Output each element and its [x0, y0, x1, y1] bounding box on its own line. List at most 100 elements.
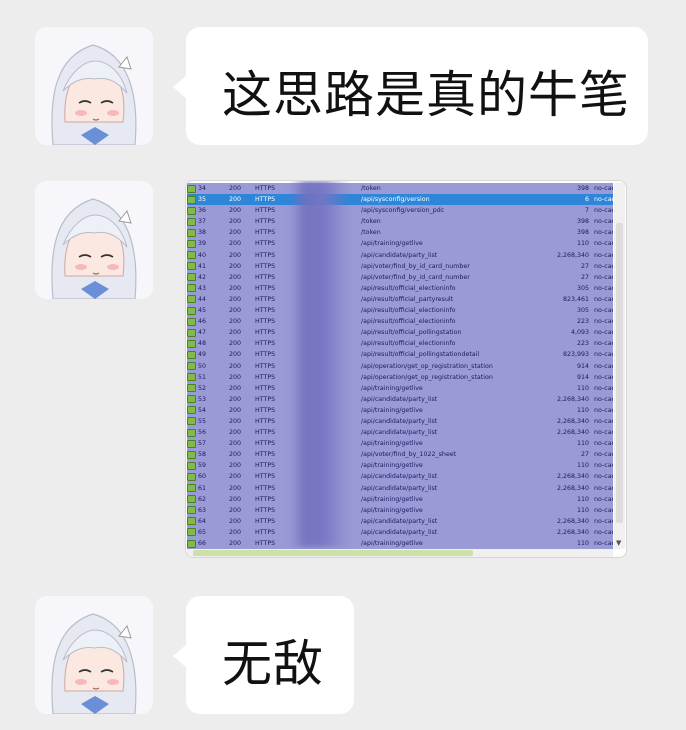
cell-result: 200 [229, 440, 242, 448]
table-row[interactable]: 60 200 HTTPS/api/candidate/party_list 2,268… [187, 471, 613, 482]
cell-cache: no-cac [594, 473, 613, 481]
table-row[interactable]: 48 200 HTTPS/api/result/official_electioni… [187, 338, 613, 349]
session-arrow-icon [187, 217, 196, 226]
table-row[interactable]: 50 200 HTTPS/api/operation/get_op_registra… [187, 361, 613, 372]
session-arrow-icon [187, 284, 196, 293]
cell-protocol: HTTPS [255, 307, 276, 315]
table-row[interactable]: 38 200 HTTPS/token 398 no-cac [187, 227, 613, 238]
cell-num: 51 [198, 373, 207, 381]
table-row[interactable]: 43 200 HTTPS/api/result/official_electioni… [187, 283, 613, 294]
cell-protocol: HTTPS [255, 417, 276, 425]
table-row[interactable]: 65 200 HTTPS/api/candidate/party_list 2,268… [187, 527, 613, 538]
cell-cache: no-cac [594, 362, 613, 370]
cell-url: /api/training/getlive [361, 495, 423, 503]
cell-cache: no-cac [594, 207, 613, 215]
cell-protocol: HTTPS [255, 462, 276, 470]
avatar[interactable] [35, 181, 153, 299]
cell-cache: no-cac [594, 484, 613, 492]
table-row[interactable]: 34 200 HTTPS/token 398 no-cac [187, 183, 613, 194]
cell-body: 2,268,340 [556, 473, 589, 481]
session-arrow-icon [187, 206, 196, 215]
session-arrow-icon [187, 428, 196, 437]
cell-protocol: HTTPS [255, 429, 276, 437]
cell-url: /api/result/official_partyresult [361, 295, 454, 303]
table-row[interactable]: 39 200 HTTPS/api/training/getlive 110 no-cac [187, 238, 613, 249]
table-row[interactable]: 37 200 HTTPS/token 398 no-cac [187, 216, 613, 227]
cell-url: /api/training/getlive [361, 440, 423, 448]
table-row[interactable]: 58 200 HTTPS/api/voter/find_by_1022_sheet 2… [187, 449, 613, 460]
table-row[interactable]: 41 200 HTTPS/api/voter/find_by_id_card_num… [187, 261, 613, 272]
cell-cache: no-cac [594, 185, 613, 192]
table-row[interactable]: 54 200 HTTPS/api/training/getlive 110 no-cac [187, 405, 613, 416]
cell-cache: no-cac [594, 517, 613, 525]
table-row[interactable]: 59 200 HTTPS/api/training/getlive 110 no-cac [187, 460, 613, 471]
cell-body: 223 [576, 318, 589, 326]
cell-protocol: HTTPS [255, 528, 276, 536]
cell-body: 110 [576, 406, 589, 414]
cell-url: /api/candidate/party_list [361, 417, 438, 425]
message-text: 无敌 [222, 635, 324, 693]
avatar[interactable] [35, 596, 153, 714]
table-row[interactable]: 46 200 HTTPS/api/result/official_electioni… [187, 316, 613, 327]
table-row[interactable]: 53 200 HTTPS/api/candidate/party_list 2,268… [187, 394, 613, 405]
cell-url: /token [361, 218, 381, 226]
cell-protocol: HTTPS [255, 295, 276, 303]
message-bubble[interactable]: 无敌 [173, 596, 354, 714]
cell-num: 43 [198, 284, 207, 292]
cell-num: 44 [198, 295, 207, 303]
session-arrow-icon [187, 461, 196, 470]
cell-cache: no-cac [594, 229, 613, 237]
session-arrow-icon [187, 506, 196, 515]
cell-cache: no-cac [594, 462, 613, 470]
session-arrow-icon [187, 251, 196, 260]
table-row[interactable]: 63 200 HTTPS/api/training/getlive 110 no-cac [187, 505, 613, 516]
cell-protocol: HTTPS [255, 484, 276, 492]
cell-num: 48 [198, 340, 207, 348]
anime-girl-avatar-icon [35, 27, 153, 145]
table-row[interactable]: 49 200 HTTPS/api/result/official_pollingst… [187, 349, 613, 360]
anime-girl-avatar-icon [35, 596, 153, 714]
cell-body: 110 [576, 462, 589, 470]
cell-num: 55 [198, 417, 207, 425]
table-row[interactable]: 45 200 HTTPS/api/result/official_electioni… [187, 305, 613, 316]
cell-result: 200 [229, 295, 242, 303]
cell-cache: no-cac [594, 218, 613, 226]
session-arrow-icon [187, 262, 196, 271]
cell-cache: no-cac [594, 506, 613, 514]
table-row[interactable]: 42 200 HTTPS/api/voter/find_by_id_card_num… [187, 272, 613, 283]
cell-result: 200 [229, 495, 242, 503]
cell-body: 823,461 [562, 295, 589, 303]
table-row[interactable]: 36 200 HTTPS/api/sysconfig/version_pdc 7 no-… [187, 205, 613, 216]
session-list: 34 200 HTTPS/token 398 no-cac 35 200 HTTPS/api/… [187, 183, 613, 549]
cell-num: 52 [198, 384, 207, 392]
screenshot-image[interactable]: 34 200 HTTPS/token 398 no-cac 35 200 HTTPS/api/… [185, 180, 627, 558]
session-arrow-icon [187, 306, 196, 315]
table-row[interactable]: 35 200 HTTPS/api/sysconfig/version 6 no-cac [187, 194, 613, 206]
table-row[interactable]: 51 200 HTTPS/api/operation/get_op_registra… [187, 372, 613, 383]
table-row[interactable]: 52 200 HTTPS/api/training/getlive 110 no-cac [187, 383, 613, 394]
table-row[interactable]: 55 200 HTTPS/api/candidate/party_list 2,268… [187, 416, 613, 427]
session-arrow-icon [187, 239, 196, 248]
cell-num: 34 [198, 185, 207, 192]
table-row[interactable]: 40 200 HTTPS/api/candidate/party_list 2,268… [187, 250, 613, 261]
cell-result: 200 [229, 417, 242, 425]
table-row[interactable]: 64 200 HTTPS/api/candidate/party_list 2,268… [187, 516, 613, 527]
table-row[interactable]: 57 200 HTTPS/api/training/getlive 110 no-cac [187, 438, 613, 449]
cell-body: 2,268,340 [556, 484, 589, 492]
cell-cache: no-cac [594, 406, 613, 414]
cell-cache: no-cac [594, 340, 613, 348]
session-arrow-icon [187, 528, 196, 537]
message-bubble[interactable]: 这思路是真的牛笔 [173, 27, 648, 145]
cell-cache: no-cac [594, 451, 613, 459]
table-row[interactable]: 56 200 HTTPS/api/candidate/party_list 2,268… [187, 427, 613, 438]
table-row[interactable]: 62 200 HTTPS/api/training/getlive 110 no-cac [187, 494, 613, 505]
cell-cache: no-cac [594, 351, 613, 359]
cell-protocol: HTTPS [255, 340, 276, 348]
table-row[interactable]: 66 200 HTTPS/api/training/getlive 110 no-cac [187, 538, 613, 549]
avatar[interactable] [35, 27, 153, 145]
table-row[interactable]: 44 200 HTTPS/api/result/official_partyresu… [187, 294, 613, 305]
table-row[interactable]: 61 200 HTTPS/api/candidate/party_list 2,268… [187, 483, 613, 494]
table-row[interactable]: 47 200 HTTPS/api/result/official_pollingst… [187, 327, 613, 338]
cell-protocol: HTTPS [255, 329, 276, 337]
cell-protocol: HTTPS [255, 185, 276, 192]
